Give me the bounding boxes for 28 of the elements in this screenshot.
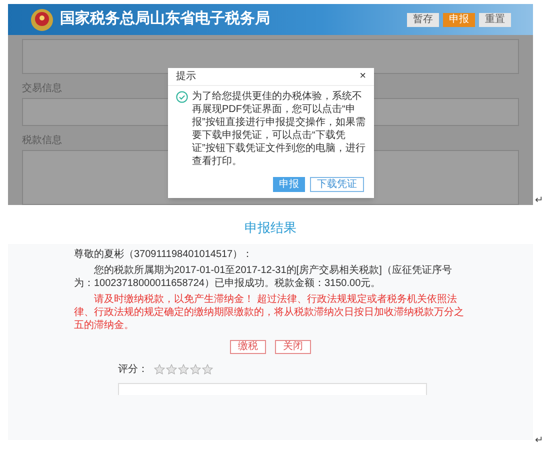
paragraph-mark: ↵ (535, 436, 543, 446)
star-icon[interactable] (202, 364, 213, 374)
star-icon[interactable] (154, 364, 165, 374)
rating-label: 评分： (118, 362, 148, 376)
header-button[interactable]: 申报 (443, 12, 475, 26)
result-message: 您的税款所属期为2017-01-01至2017-12-31的[房产交易相关税款]（应征凭证序号为：10023718000011658724）已申报成功。税款金额：3150.00元。 (74, 264, 453, 290)
warning-message: 请及时缴纳税款，以免产生滞纳金！ 超过法律、行政法规规定或者税务机关依照法律、行政法规的规定确定的缴纳期限缴款的，将从税款滞纳次日按日加收滞纳税款万分之五的滞纳金。 (74, 292, 465, 332)
header-button[interactable]: 暂存 (407, 12, 439, 26)
comment-field[interactable] (118, 382, 427, 394)
star-icon[interactable] (166, 364, 177, 374)
dialog-message: 为了给您提供更佳的办税体验，系统不再展现PDF凭证界面，您可以点击“申报”按钮直接进行申报提交操作，如果需要下载申报凭证，可以点击“下载凭证”按钮下载凭证文件到您的电脑，进行查看打印。 (192, 90, 366, 168)
star-icon[interactable] (190, 364, 201, 374)
header-button[interactable]: 重置 (479, 12, 511, 26)
dialog-button[interactable]: 申报 (273, 177, 305, 192)
dialog-button[interactable]: 下载凭证 (310, 177, 364, 192)
action-button[interactable]: 缴税 (230, 340, 266, 354)
greeting-text: 尊敬的夏彬（370911198401014517）： (74, 248, 254, 260)
page-title: 申报结果 (244, 219, 296, 237)
section-title: 税款信息 (22, 136, 62, 146)
emblem-icon (30, 8, 54, 32)
action-button[interactable]: 关闭 (275, 340, 311, 354)
dialog-title: 提示 (176, 70, 196, 84)
section-title: 交易信息 (22, 84, 62, 94)
paragraph-mark: ↵ (535, 196, 543, 206)
star-icon[interactable] (178, 364, 189, 374)
site-title: 国家税务总局山东省电子税务局 (60, 9, 270, 30)
close-button[interactable]: × (360, 71, 366, 82)
check-circle-icon (176, 91, 188, 103)
